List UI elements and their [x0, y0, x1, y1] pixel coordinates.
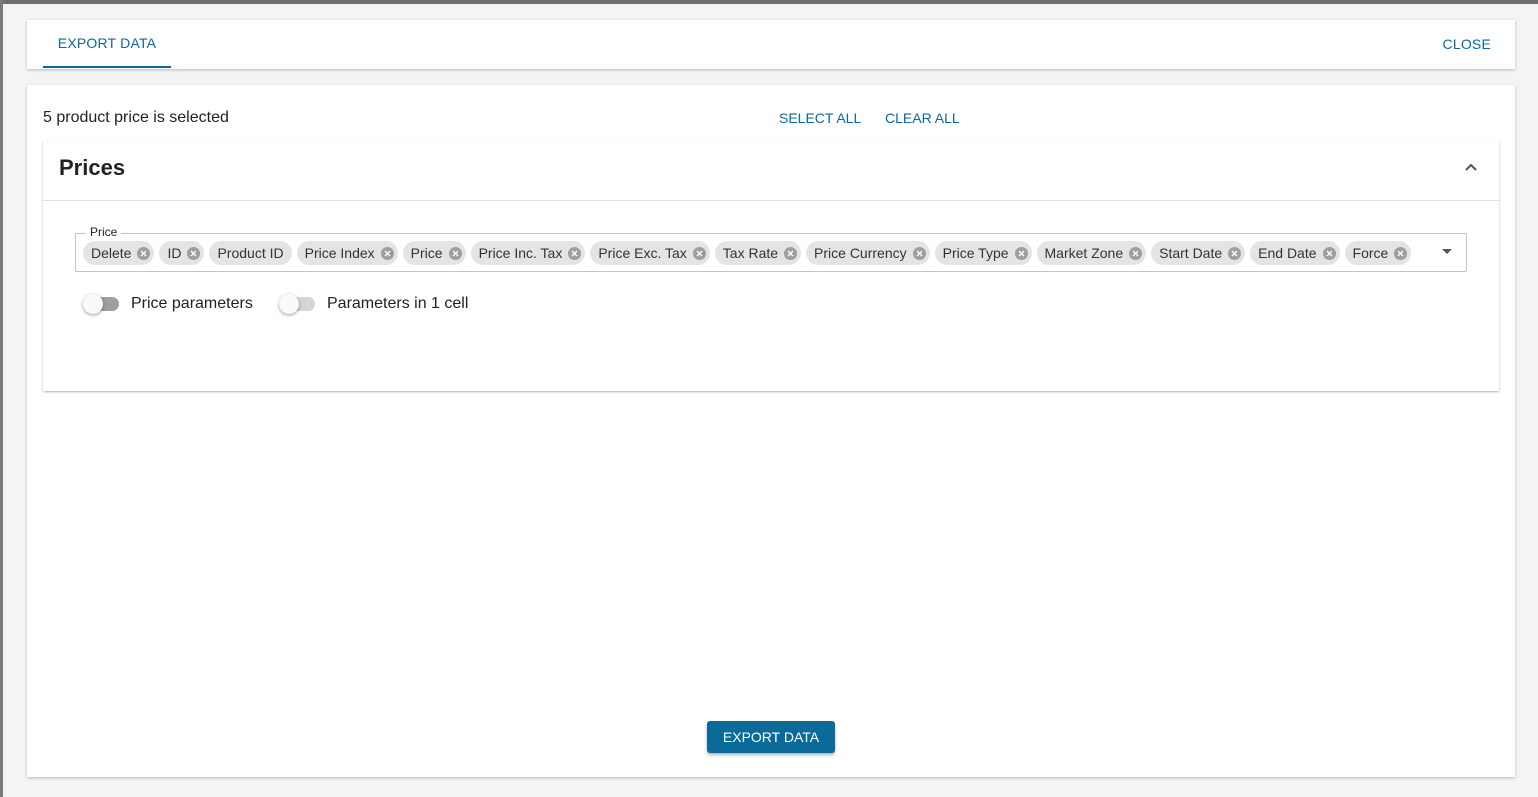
price-columns-select[interactable]: Price Delete ID Product ID Price Index Price… — [75, 225, 1467, 272]
chip-remove-icon[interactable] — [380, 246, 394, 260]
chip-remove-icon[interactable] — [448, 246, 462, 260]
select-all-button[interactable]: SELECT ALL — [779, 110, 861, 126]
switch-thumb — [83, 294, 103, 314]
selection-count-text: 5 product price is selected — [43, 109, 229, 126]
toggle-parameters-one-cell-row: Parameters in 1 cell — [279, 294, 469, 314]
chip-remove-icon[interactable] — [912, 246, 926, 260]
chip-remove-icon[interactable] — [1014, 246, 1028, 260]
close-button[interactable]: CLOSE — [1443, 20, 1491, 68]
chip-remove-icon[interactable] — [568, 246, 582, 260]
dialog-header: EXPORT DATA CLOSE — [27, 20, 1515, 69]
chip-label: Market Zone — [1044, 245, 1124, 261]
export-data-button[interactable]: EXPORT DATA — [707, 721, 835, 753]
chip-label: Price — [410, 245, 443, 261]
chip-remove-icon[interactable] — [1322, 246, 1336, 260]
section-title: Prices — [59, 155, 126, 180]
chip-remove-icon[interactable] — [137, 246, 151, 260]
chip-label: ID — [167, 245, 182, 261]
clear-all-button[interactable]: CLEAR ALL — [885, 110, 960, 126]
price-field-label: Price — [86, 225, 122, 239]
chip-item: Tax Rate — [714, 241, 802, 265]
chip-item: Start Date — [1151, 241, 1246, 265]
price-parameters-label: Price parameters — [131, 295, 253, 312]
chip-item: Product ID — [209, 241, 292, 265]
chip-item: Price Currency — [806, 241, 930, 265]
chip-label: Start Date — [1159, 245, 1223, 261]
chip-label: End Date — [1258, 245, 1317, 261]
prices-section: Prices Price Delete ID Product ID Price Ind… — [43, 141, 1499, 391]
chip-label: Price Index — [304, 245, 375, 261]
chip-item: Price Index — [296, 241, 398, 265]
chip-label: Price Currency — [814, 245, 907, 261]
chip-item: ID — [159, 241, 205, 265]
switch-thumb — [279, 294, 299, 314]
chip-item: Delete — [83, 241, 155, 265]
tab-export-data[interactable]: EXPORT DATA — [43, 20, 171, 68]
chip-list: Delete ID Product ID Price Index Price Price … — [83, 241, 1412, 265]
chip-label: Force — [1352, 245, 1389, 261]
chip-label: Product ID — [217, 245, 284, 261]
dialog-body: 5 product price is selected SELECT ALL C… — [27, 85, 1515, 777]
chip-label: Price Type — [942, 245, 1009, 261]
backdrop-top-edge — [0, 0, 1538, 4]
chip-label: Tax Rate — [722, 245, 779, 261]
section-divider — [43, 200, 1499, 201]
chip-label: Price Inc. Tax — [478, 245, 563, 261]
chip-remove-icon[interactable] — [1228, 246, 1242, 260]
chip-item: Force — [1344, 241, 1412, 265]
chip-label: Delete — [91, 245, 132, 261]
backdrop-left-edge — [0, 0, 3, 797]
chip-label: Price Exc. Tax — [598, 245, 687, 261]
chip-item: Price Inc. Tax — [470, 241, 586, 265]
chip-item: End Date — [1250, 241, 1340, 265]
chip-item: Price Type — [934, 241, 1032, 265]
toggle-price-parameters-row: Price parameters — [83, 294, 253, 314]
chip-remove-icon[interactable] — [187, 246, 201, 260]
chip-item: Price Exc. Tax — [590, 241, 710, 265]
price-parameters-switch[interactable] — [83, 294, 119, 314]
dropdown-arrow-icon[interactable] — [1442, 249, 1452, 254]
chevron-up-icon[interactable] — [1463, 159, 1479, 175]
chip-remove-icon[interactable] — [784, 246, 798, 260]
chip-item: Price — [402, 241, 466, 265]
chip-remove-icon[interactable] — [692, 246, 706, 260]
chip-remove-icon[interactable] — [1129, 246, 1143, 260]
chip-remove-icon[interactable] — [1394, 246, 1408, 260]
chip-item: Market Zone — [1036, 241, 1147, 265]
parameters-in-one-cell-switch[interactable] — [279, 294, 315, 314]
parameters-in-one-cell-label: Parameters in 1 cell — [327, 295, 469, 312]
